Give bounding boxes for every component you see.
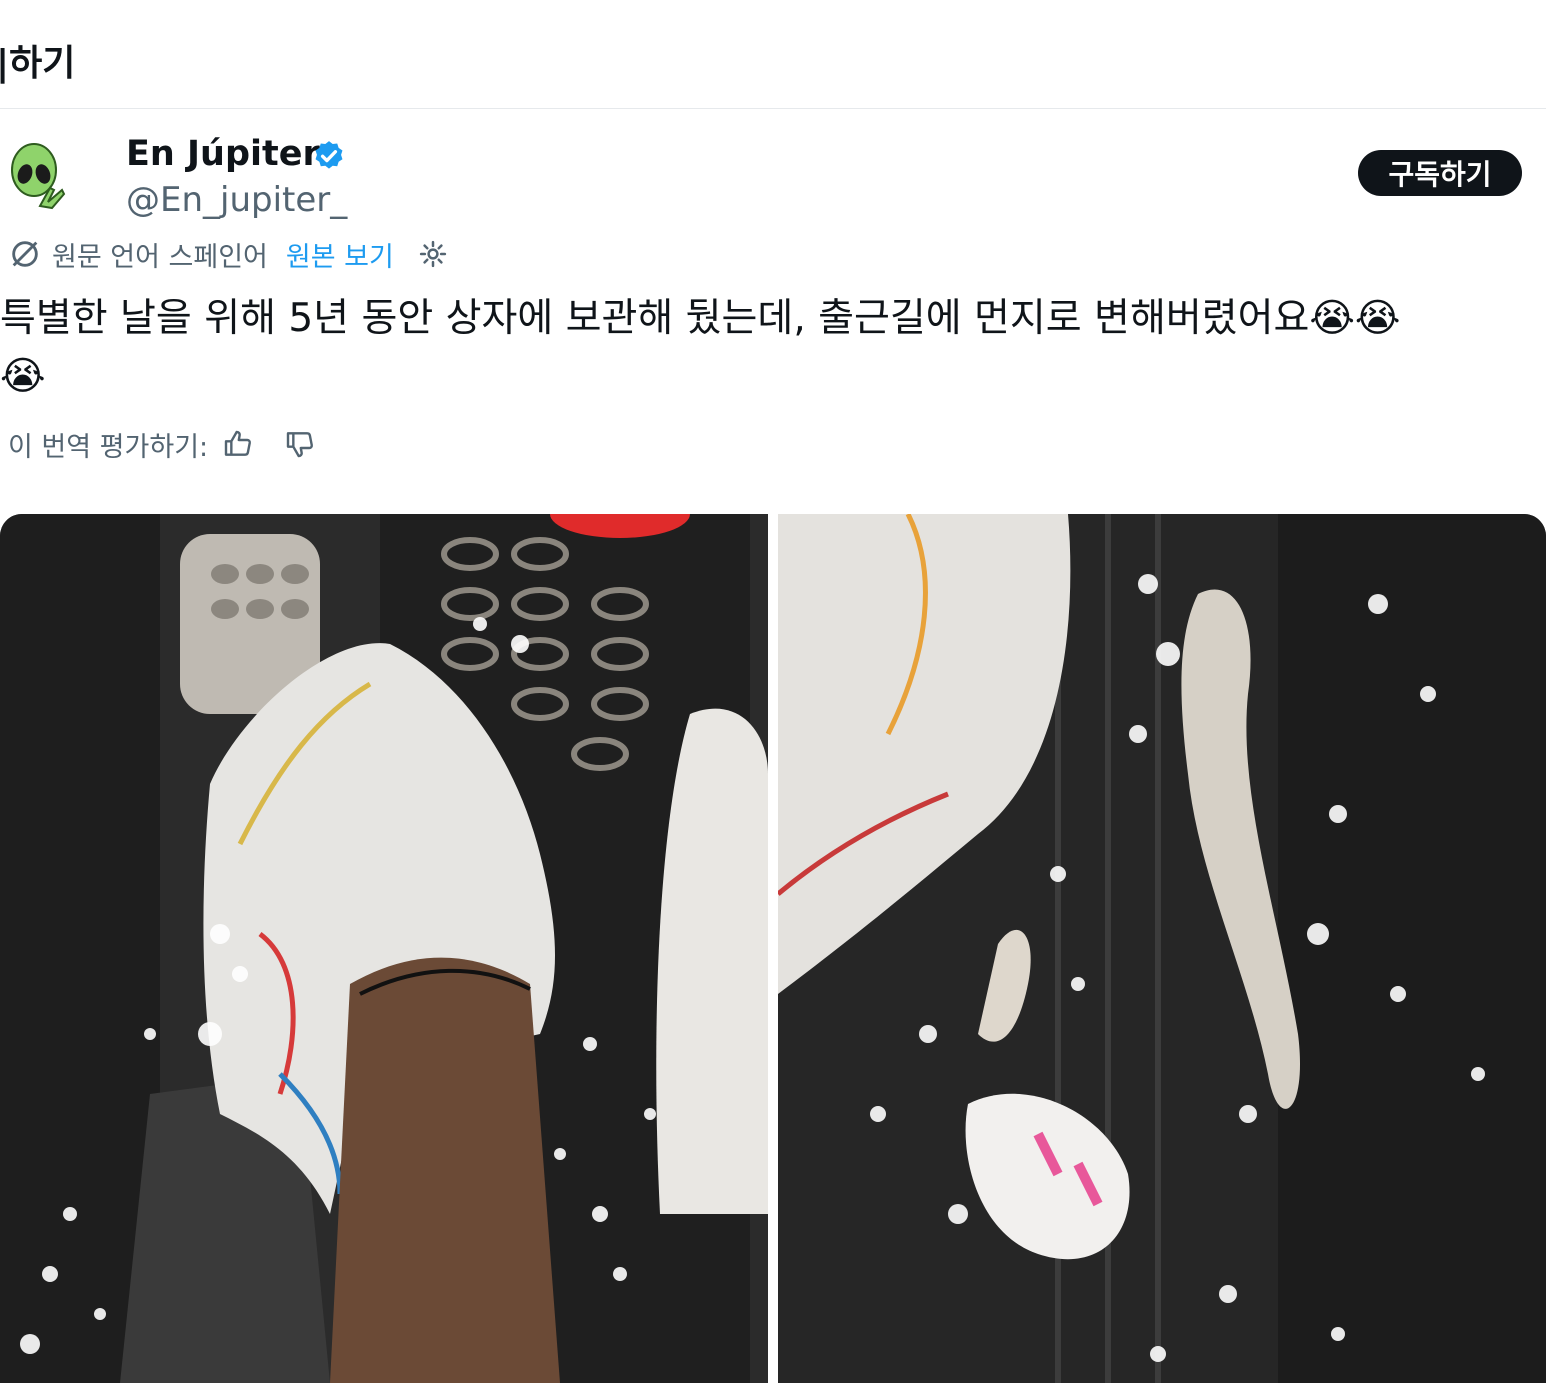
translate-icon — [12, 241, 38, 267]
source-language-label: 원문 언어 스페인어 — [52, 241, 268, 273]
rate-translation-label: 이 번역 평가하기: — [8, 431, 209, 463]
translation-bar: 원문 언어 스페인어 원본 보기 — [8, 234, 448, 274]
alien-avatar[interactable] — [0, 136, 80, 216]
page-title: |하기 — [0, 43, 76, 84]
author-handle[interactable]: @En_jupiter_ — [126, 180, 347, 220]
author-name[interactable]: En Júpiter — [126, 134, 320, 174]
rate-translation-row: 이 번역 평가하기: — [8, 424, 316, 464]
photo-sneaker-on-pedal[interactable] — [0, 514, 768, 1383]
gear-icon[interactable] — [418, 239, 448, 269]
photo-crumbled-sole[interactable] — [778, 514, 1546, 1383]
media-grid — [0, 514, 1546, 1383]
thumbs-up-icon[interactable] — [222, 428, 254, 460]
subscribe-button[interactable]: 구독하기 — [1358, 150, 1522, 196]
top-bar: |하기 — [0, 0, 1546, 109]
verified-badge-icon — [315, 141, 343, 169]
thumbs-down-icon[interactable] — [284, 428, 316, 460]
show-original-link[interactable]: 원본 보기 — [286, 235, 394, 274]
tweet-text-line-2: 😭 — [0, 354, 46, 399]
tweet-text: 특별한 날을 위해 5년 동안 상자에 보관해 뒀는데, 출근길에 먼지로 변해… — [0, 290, 1530, 406]
tweet-text-line-1: 특별한 날을 위해 5년 동안 상자에 보관해 뒀는데, 출근길에 먼지로 변해… — [0, 296, 1401, 341]
